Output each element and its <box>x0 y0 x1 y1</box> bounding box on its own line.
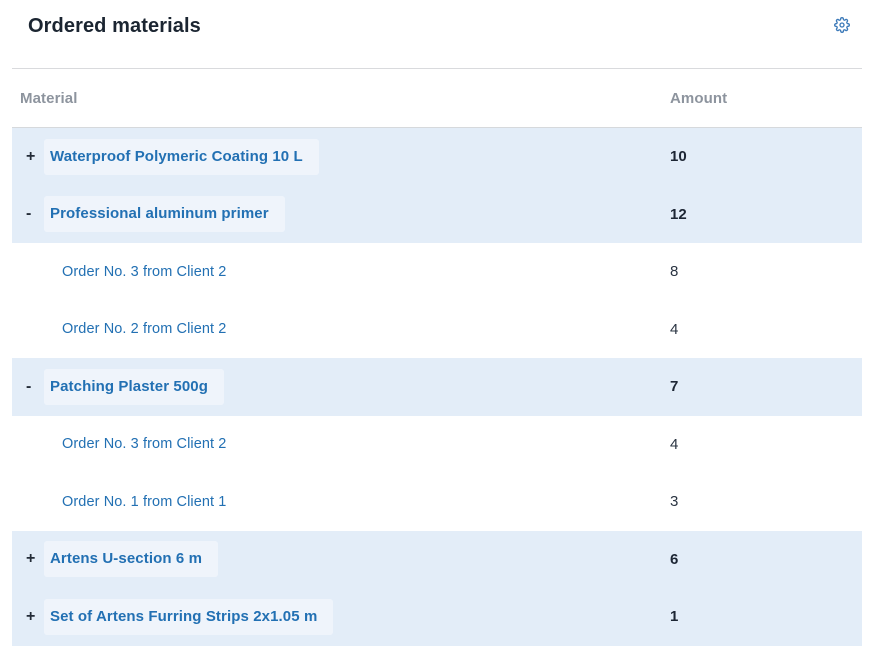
page-title: Ordered materials <box>28 13 201 40</box>
amount-value: 4 <box>670 436 862 453</box>
table-row[interactable]: Order No. 2 from Client 2 4 <box>12 301 862 359</box>
gear-icon <box>834 17 850 33</box>
material-cell: + Artens U-section 6 m <box>12 541 670 577</box>
table-body: + Waterproof Polymeric Coating 10 L 10 -… <box>12 128 862 646</box>
material-label-chip: Order No. 3 from Client 2 <box>62 263 226 281</box>
material-link[interactable]: Patching Plaster 500g <box>50 378 208 395</box>
expand-toggle-icon[interactable]: + <box>26 148 42 166</box>
table-row[interactable]: Order No. 1 from Client 1 3 <box>12 473 862 531</box>
material-link[interactable]: Professional aluminum primer <box>50 205 269 222</box>
material-cell: - Professional aluminum primer <box>12 196 670 232</box>
material-link[interactable]: Waterproof Polymeric Coating 10 L <box>50 148 303 165</box>
material-cell: Order No. 2 from Client 2 <box>12 320 670 338</box>
ordered-materials-table: Material Amount + Waterproof Polymeric C… <box>12 69 862 646</box>
collapse-toggle-icon[interactable]: - <box>26 205 42 223</box>
material-label-chip: Professional aluminum primer <box>44 196 285 232</box>
material-label-chip: Artens U-section 6 m <box>44 541 218 577</box>
amount-value: 6 <box>670 551 862 568</box>
material-cell: Order No. 3 from Client 2 <box>12 435 670 453</box>
column-header-amount: Amount <box>670 90 862 107</box>
material-link[interactable]: Set of Artens Furring Strips 2x1.05 m <box>50 608 317 625</box>
material-link[interactable]: Order No. 2 from Client 2 <box>62 321 226 337</box>
ordered-materials-panel: Ordered materials Material Amount + Wate… <box>0 0 869 646</box>
amount-value: 8 <box>670 263 862 280</box>
amount-value: 4 <box>670 321 862 338</box>
amount-value: 10 <box>670 148 862 165</box>
table-row[interactable]: + Waterproof Polymeric Coating 10 L 10 <box>12 128 862 186</box>
material-label-chip: Order No. 2 from Client 2 <box>62 320 226 338</box>
amount-value: 1 <box>670 608 862 625</box>
table-row[interactable]: + Set of Artens Furring Strips 2x1.05 m … <box>12 588 862 646</box>
amount-value: 12 <box>670 206 862 223</box>
table-row[interactable]: - Patching Plaster 500g 7 <box>12 358 862 416</box>
material-link[interactable]: Order No. 3 from Client 2 <box>62 264 226 280</box>
table-header-row: Material Amount <box>12 69 862 128</box>
material-link[interactable]: Artens U-section 6 m <box>50 550 202 567</box>
material-label-chip: Patching Plaster 500g <box>44 369 224 405</box>
material-label-chip: Waterproof Polymeric Coating 10 L <box>44 139 319 175</box>
table-row[interactable]: Order No. 3 from Client 2 4 <box>12 416 862 474</box>
amount-value: 7 <box>670 378 862 395</box>
table-row[interactable]: + Artens U-section 6 m 6 <box>12 531 862 589</box>
material-label-chip: Order No. 3 from Client 2 <box>62 435 226 453</box>
material-link[interactable]: Order No. 1 from Client 1 <box>62 494 226 510</box>
table-row[interactable]: Order No. 3 from Client 2 8 <box>12 243 862 301</box>
settings-button[interactable] <box>832 15 852 35</box>
expand-toggle-icon[interactable]: + <box>26 608 42 626</box>
material-cell: + Set of Artens Furring Strips 2x1.05 m <box>12 599 670 635</box>
material-label-chip: Order No. 1 from Client 1 <box>62 493 226 511</box>
expand-toggle-icon[interactable]: + <box>26 550 42 568</box>
material-cell: + Waterproof Polymeric Coating 10 L <box>12 139 670 175</box>
material-cell: Order No. 1 from Client 1 <box>12 493 670 511</box>
material-link[interactable]: Order No. 3 from Client 2 <box>62 436 226 452</box>
material-cell: - Patching Plaster 500g <box>12 369 670 405</box>
material-label-chip: Set of Artens Furring Strips 2x1.05 m <box>44 599 333 635</box>
collapse-toggle-icon[interactable]: - <box>26 378 42 396</box>
material-cell: Order No. 3 from Client 2 <box>12 263 670 281</box>
amount-value: 3 <box>670 493 862 510</box>
panel-header: Ordered materials <box>0 0 869 68</box>
column-header-material: Material <box>12 90 670 107</box>
table-row[interactable]: - Professional aluminum primer 12 <box>12 186 862 244</box>
